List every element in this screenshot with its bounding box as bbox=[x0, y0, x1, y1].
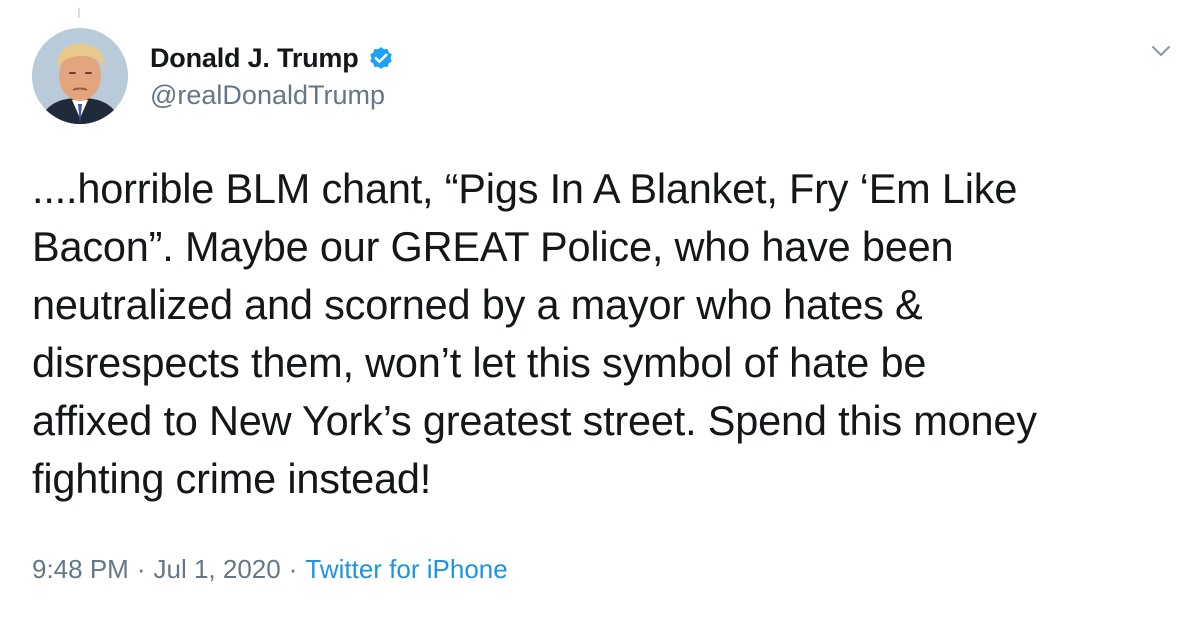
thread-line bbox=[78, 8, 80, 18]
separator-dot: · bbox=[288, 554, 298, 584]
separator-dot: · bbox=[136, 554, 146, 584]
tweet-metadata: 9:48 PM · Jul 1, 2020 · Twitter for iPho… bbox=[32, 554, 508, 585]
tweet-text: ....horrible BLM chant, “Pigs In A Blank… bbox=[32, 165, 1037, 502]
avatar-photo bbox=[32, 28, 128, 124]
author-handle[interactable]: @realDonaldTrump bbox=[150, 80, 385, 111]
author-name-row: Donald J. Trump bbox=[150, 38, 395, 78]
verified-badge-icon bbox=[367, 44, 395, 72]
tweet-time[interactable]: 9:48 PM bbox=[32, 554, 129, 585]
tweet-source-link[interactable]: Twitter for iPhone bbox=[305, 554, 507, 585]
tweet-date[interactable]: Jul 1, 2020 bbox=[154, 554, 281, 585]
avatar[interactable] bbox=[32, 28, 128, 124]
chevron-down-icon[interactable] bbox=[1146, 36, 1176, 66]
author-display-name[interactable]: Donald J. Trump bbox=[150, 43, 359, 74]
tweet-card: Donald J. Trump @realDonaldTrump ....hor… bbox=[0, 0, 1200, 630]
